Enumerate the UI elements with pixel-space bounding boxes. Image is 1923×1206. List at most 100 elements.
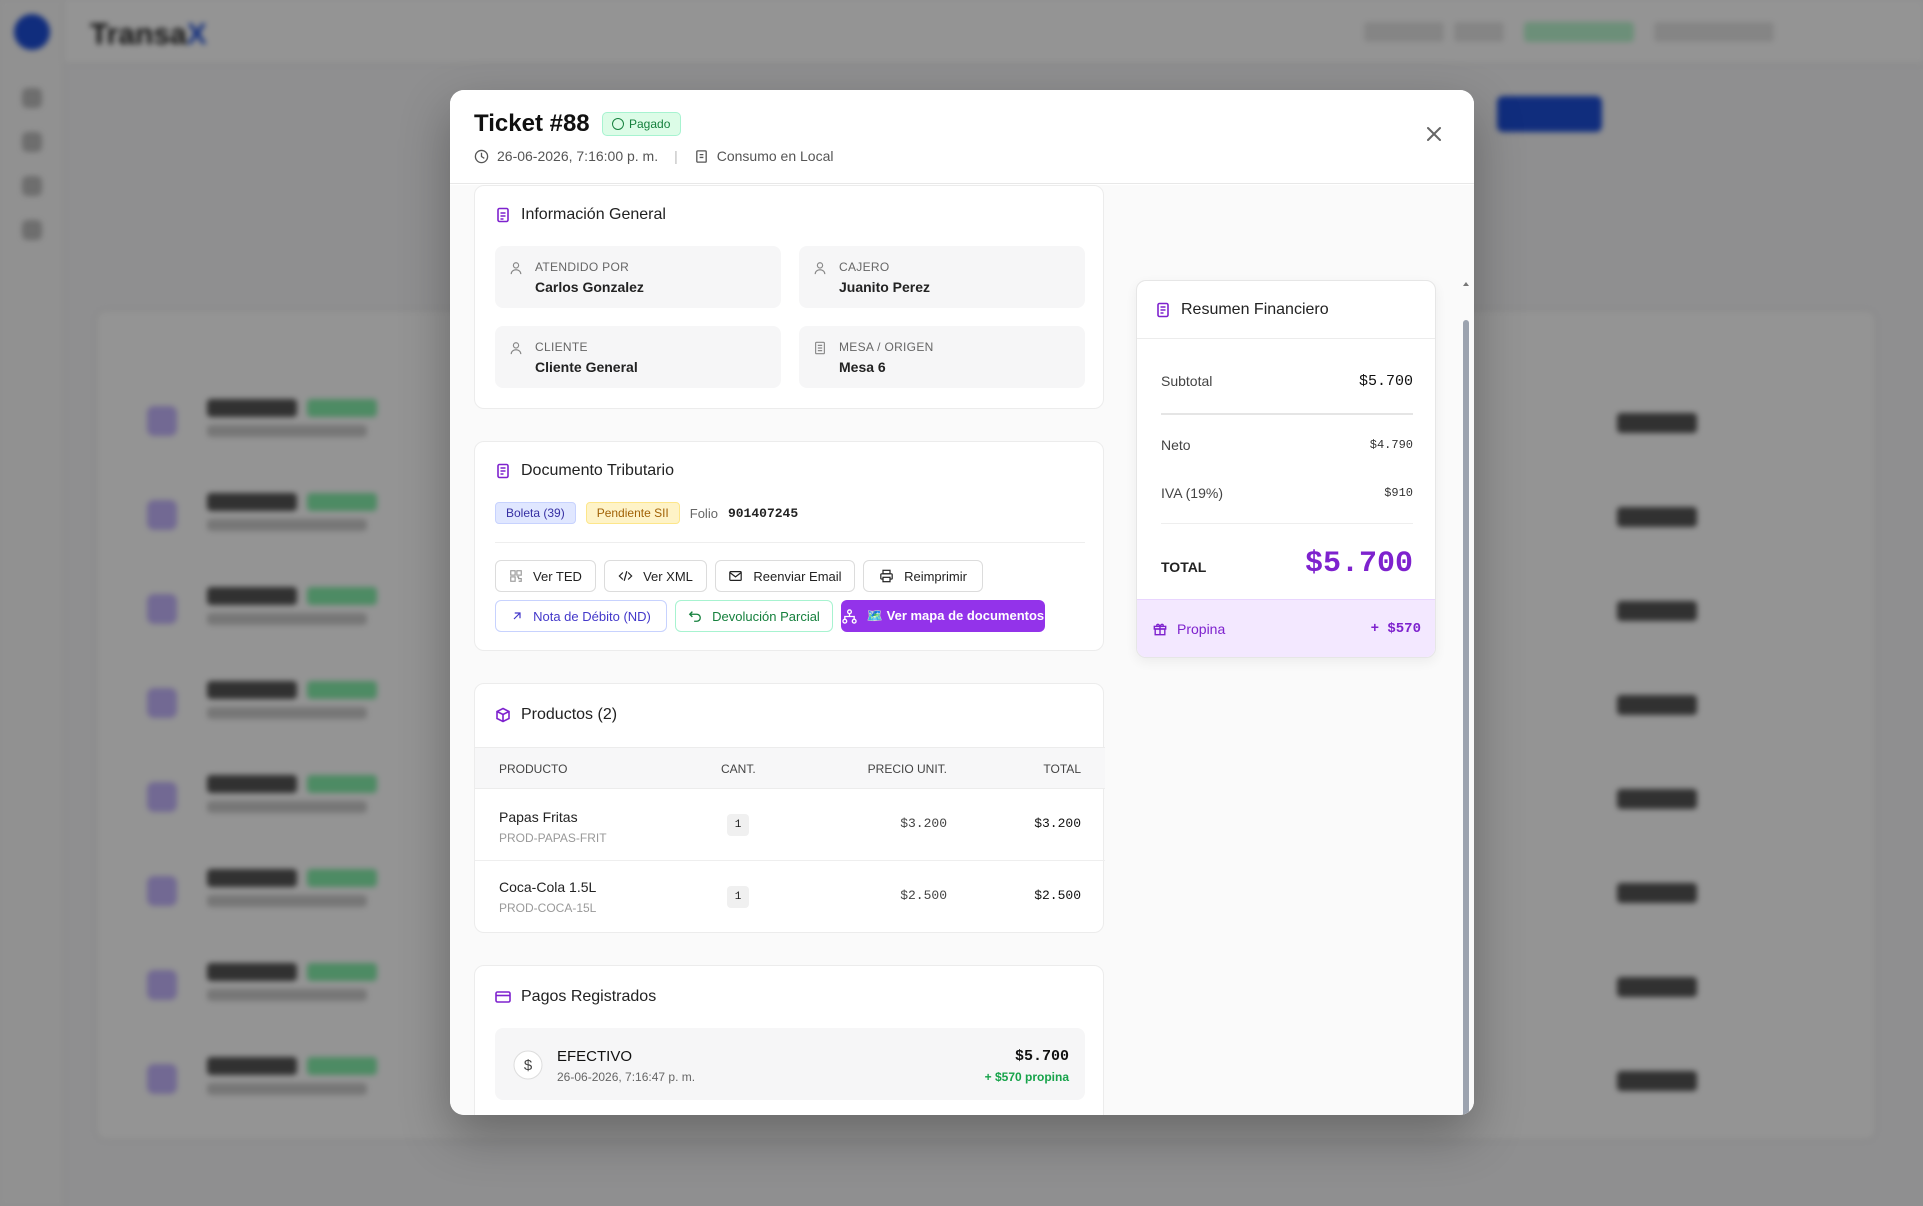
attended-by-box: ATENDIDO POR Carlos Gonzalez [495,246,781,308]
receipt-icon [497,463,509,479]
network-icon [842,608,857,624]
receipt-icon [815,341,825,355]
receipt-icon [1157,302,1169,318]
payment-entry: $ EFECTIVO 26-06-2026, 7:16:47 p. m. $5.… [495,1028,1085,1100]
divider: | [674,148,678,164]
undo-icon [688,611,702,622]
cashier-label: CAJERO [839,260,890,274]
table-value: Mesa 6 [839,359,886,375]
svg-text:$: $ [524,1057,533,1074]
gift-icon [1153,623,1167,636]
subtotal-label: Subtotal [1161,373,1213,389]
arrow-up-right-icon [513,612,521,620]
client-value: Cliente General [535,359,638,375]
tip-value: + $570 [1370,621,1421,637]
product-sku: PROD-PAPAS-FRIT [499,831,607,845]
attended-by-label: ATENDIDO POR [535,260,630,274]
product-qty: 1 [727,814,749,836]
scrollbar-thumb[interactable] [1463,320,1469,1115]
clock-icon [474,149,489,163]
client-label: CLIENTE [535,340,588,354]
tax-document-header: Documento Tributario [495,462,674,480]
document-map-button[interactable]: 🗺️ Ver mapa de documentos [841,600,1045,632]
view-xml-label: Ver XML [643,568,693,584]
partial-refund-label: Devolución Parcial [712,608,820,624]
printer-icon [880,569,893,583]
financial-summary-title: Resumen Financiero [1181,301,1329,318]
modal-subtitle: 26-06-2026, 7:16:00 p. m. | Consumo en L… [474,148,834,164]
doc-type-badge: Boleta (39) [495,502,576,524]
code-icon [618,571,633,581]
user-icon [510,342,522,355]
general-info-title: Información General [521,206,666,223]
products-card: Productos (2) PRODUCTO CANT. PRECIO UNIT… [474,683,1105,933]
products-header: Productos (2) [495,706,617,724]
payment-method: EFECTIVO [557,1048,633,1065]
view-xml-button[interactable]: Ver XML [604,560,707,592]
total-row: TOTAL $5.700 [1161,547,1413,587]
receipt-icon [695,149,707,163]
iva-label: IVA (19%) [1161,485,1223,501]
qr-code-icon [510,570,522,582]
view-ted-label: Ver TED [533,568,582,584]
neto-row: Neto $4.790 [1161,437,1413,453]
ticket-detail-modal: Ticket #88 Pagado 26-06-2026, 7:16:00 p.… [450,90,1474,1115]
tax-document-meta: Boleta (39) Pendiente SII Folio 90140724… [495,502,798,524]
financial-summary-card: Resumen Financiero Subtotal $5.700 Neto … [1136,280,1436,658]
financial-summary-title-wrap: Resumen Financiero [1155,301,1329,319]
product-total: $2.500 [1034,888,1081,903]
mail-icon [729,571,743,581]
tip-label: Propina [1177,621,1226,637]
col-qty: CANT. [721,762,756,776]
chevron-up-icon[interactable] [1462,280,1470,288]
client-box: CLIENTE Cliente General [495,326,781,388]
tax-document-title: Documento Tributario [521,462,674,479]
iva-row: IVA (19%) $910 [1161,485,1413,501]
folio-number: 901407245 [727,505,799,521]
user-icon [510,262,522,275]
debit-note-label: Nota de Débito (ND) [533,608,651,624]
col-total: TOTAL [1043,762,1081,776]
modal-header: Ticket #88 Pagado 26-06-2026, 7:16:00 p.… [450,90,1474,184]
col-product: PRODUCTO [499,762,568,776]
user-icon [814,262,826,275]
neto-value: $4.790 [1369,438,1413,452]
products-title: Productos (2) [521,706,618,723]
attended-by-value: Carlos Gonzalez [535,279,644,295]
table-row: Papas Fritas PROD-PAPAS-FRIT 1 $3.200 $3… [475,789,1105,861]
financial-summary-header: Resumen Financiero [1137,281,1435,339]
close-icon[interactable] [1424,124,1444,144]
package-icon [496,707,510,723]
general-info-card: Información General ATENDIDO POR Carlos … [474,185,1104,409]
partial-refund-button[interactable]: Devolución Parcial [675,600,833,632]
view-ted-button[interactable]: Ver TED [495,560,596,592]
product-unit-price: $2.500 [900,888,947,903]
debit-note-button[interactable]: Nota de Débito (ND) [495,600,667,632]
reprint-label: Reimprimir [904,568,967,584]
divider [1161,413,1413,415]
product-name: Papas Fritas [499,809,578,825]
subtotal-row: Subtotal $5.700 [1161,373,1413,390]
reprint-button[interactable]: Reimprimir [863,560,983,592]
folio-label: Folio [689,505,718,521]
tax-document-card: Documento Tributario Boleta (39) Pendien… [474,441,1104,651]
product-qty: 1 [727,886,749,908]
divider [495,542,1085,543]
neto-label: Neto [1161,437,1191,453]
status-badge: Pagado [602,112,682,136]
status-badge-label: Pagado [629,117,671,131]
resend-email-button[interactable]: Reenviar Email [715,560,855,592]
scrollbar[interactable] [1462,280,1470,1115]
consumption-type: Consumo en Local [716,148,834,164]
subtotal-value: $5.700 [1358,373,1413,390]
check-circle-icon [612,118,624,130]
document-icon [497,207,509,223]
product-total: $3.200 [1034,816,1081,831]
tip-row: Propina + $570 [1137,599,1435,657]
modal-body: Información General ATENDIDO POR Carlos … [450,185,1474,1115]
table-row: Coca-Cola 1.5L PROD-COCA-15L 1 $2.500 $2… [475,861,1105,933]
divider [1161,523,1413,524]
sii-status-badge: Pendiente SII [585,502,680,524]
product-unit-price: $3.200 [900,816,947,831]
table-label: MESA / ORIGEN [839,340,934,354]
